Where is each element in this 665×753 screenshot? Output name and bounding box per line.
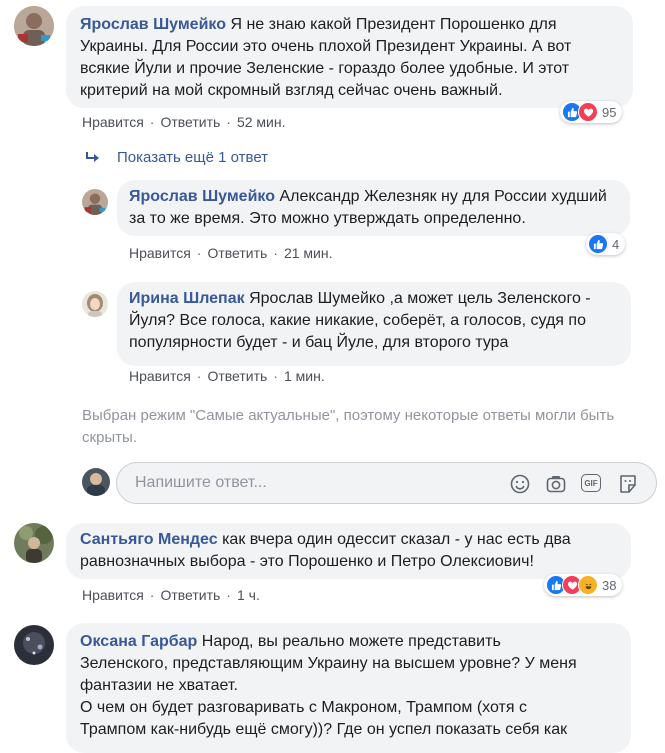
avatar[interactable] [14, 625, 54, 665]
comment-line: Трампом как-нибудь ещё смогу))? Где он у… [80, 721, 568, 738]
comment-author[interactable]: Оксана Гарбар [80, 633, 197, 650]
avatar-photo-icon [82, 189, 108, 215]
filter-notice: Выбран режим "Самые актуальные", поэтому… [82, 407, 615, 446]
current-user-avatar[interactable] [82, 468, 110, 496]
reply-link[interactable]: Ответить [207, 368, 267, 384]
avatar-photo-icon [14, 523, 54, 563]
like-link[interactable]: Нравится [82, 114, 144, 130]
comment-author[interactable]: Сантьяго Мендес [80, 531, 218, 548]
comment-bubble: Сантьяго Мендес как вчера один одессит с… [66, 523, 631, 579]
separator: · [149, 114, 155, 130]
comment-author[interactable]: Ирина Шлепак [129, 290, 245, 307]
avatar-photo-icon [14, 6, 54, 46]
gif-label: GIF [584, 478, 598, 488]
emoji-icon[interactable] [509, 473, 531, 495]
timestamp-link[interactable]: 21 мин. [284, 245, 333, 261]
like-link[interactable]: Нравится [82, 587, 144, 603]
comment-bubble: Ярослав Шумейко Я не знаю какой Президен… [66, 6, 633, 108]
reactions-summary[interactable]: 4 [586, 233, 626, 255]
separator: · [226, 587, 231, 603]
reactions-count: 95 [602, 104, 617, 120]
timestamp-link[interactable]: 1 ч. [237, 587, 260, 603]
camera-icon[interactable] [545, 473, 567, 495]
gif-icon[interactable]: GIF [581, 474, 601, 492]
like-link[interactable]: Нравится [129, 368, 191, 384]
comment-author[interactable]: Ярослав Шумейко [129, 188, 275, 205]
comment-actions: Нравится · Ответить · 21 мин. [129, 245, 333, 261]
avatar-photo-icon [82, 291, 108, 317]
separator: · [273, 368, 278, 384]
comment-line: Зеленского, представляющим Украину на вы… [80, 655, 577, 672]
haha-reaction-icon [578, 575, 598, 595]
show-more-replies[interactable]: Показать ещё 1 ответ [85, 149, 268, 166]
avatar[interactable] [14, 523, 54, 563]
reactions-summary[interactable]: 95 [560, 101, 623, 123]
comment-bubble: Оксана Гарбар Народ, вы реально можете п… [66, 623, 631, 753]
comment-actions: Нравится · Ответить · 52 мин. [82, 114, 286, 130]
separator: · [196, 368, 202, 384]
avatar-photo-icon [82, 468, 110, 496]
sticker-icon[interactable] [617, 473, 639, 495]
comment-text: Народ, вы реально можете представить [201, 633, 501, 650]
reply-link[interactable]: Ответить [207, 245, 267, 261]
reply-composer[interactable]: GIF [116, 462, 657, 504]
avatar[interactable] [14, 6, 54, 46]
timestamp-link[interactable]: 52 мин. [237, 114, 286, 130]
separator: · [273, 245, 278, 261]
comment-line: фантазии не хватает. [80, 677, 238, 694]
reply-link[interactable]: Ответить [160, 587, 220, 603]
avatar-photo-icon [14, 625, 54, 665]
timestamp-link[interactable]: 1 мин. [284, 368, 325, 384]
like-link[interactable]: Нравится [129, 245, 191, 261]
comment-line: О чем он будет разговаривать с Макроном,… [80, 699, 527, 716]
comment-actions: Нравится · Ответить · 1 ч. [82, 587, 260, 603]
comment-bubble: Ирина Шлепак Ярослав Шумейко ,а может це… [117, 282, 631, 366]
comment-author[interactable]: Ярослав Шумейко [80, 16, 226, 33]
reactions-count: 38 [602, 577, 617, 593]
reactions-summary[interactable]: 38 [544, 574, 623, 596]
show-more-label: Показать ещё 1 ответ [117, 149, 269, 166]
reactions-count: 4 [612, 236, 620, 252]
like-reaction-icon [588, 234, 608, 254]
reply-link[interactable]: Ответить [160, 114, 220, 130]
comment-bubble: Ярослав Шумейко Александр Железняк ну дл… [117, 180, 630, 236]
comment-line: Оксана Гарбар Народ, вы реально можете п… [80, 631, 617, 653]
reply-input[interactable] [133, 473, 477, 493]
avatar[interactable] [82, 189, 108, 215]
separator: · [149, 587, 155, 603]
separator: · [226, 114, 231, 130]
comment-actions: Нравится · Ответить · 1 мин. [129, 368, 325, 384]
reply-arrow-icon [86, 151, 99, 162]
separator: · [196, 245, 202, 261]
love-reaction-icon [578, 102, 598, 122]
avatar[interactable] [82, 291, 108, 317]
